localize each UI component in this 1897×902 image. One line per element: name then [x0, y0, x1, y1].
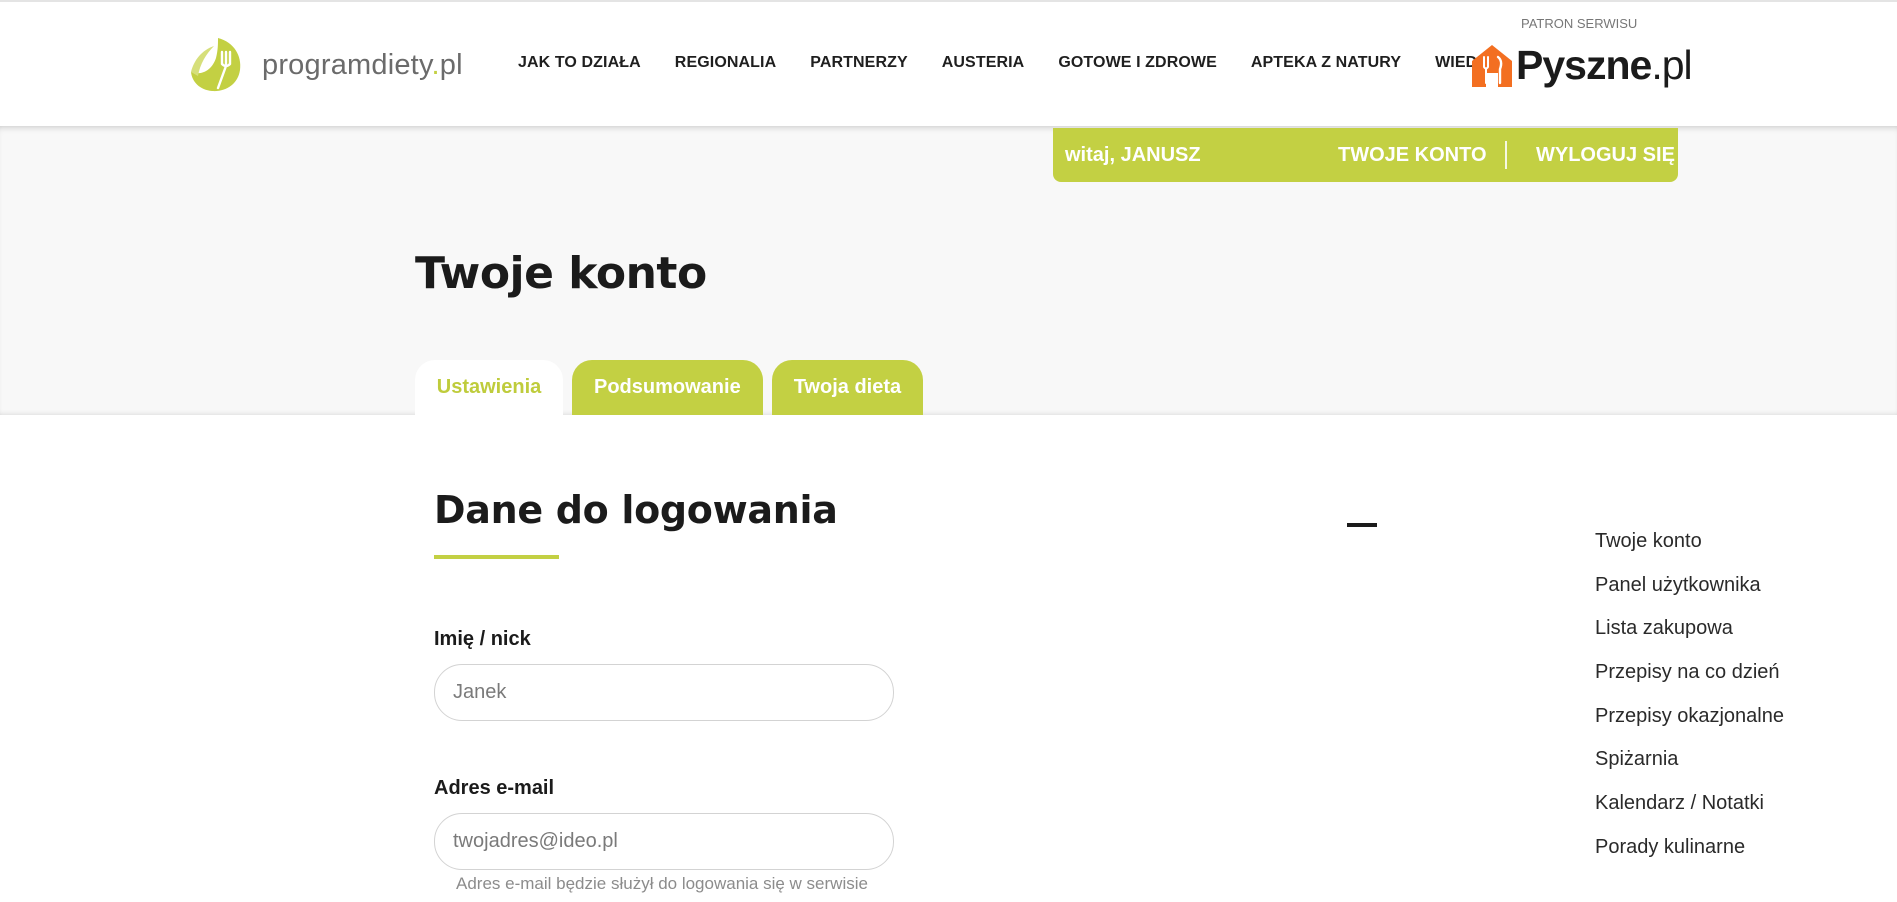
minus-icon[interactable] [1347, 523, 1377, 527]
house-fork-icon [1472, 44, 1512, 87]
tab-ustawienia[interactable]: Ustawienia [415, 360, 563, 415]
sidebar-item-spizarnia[interactable]: Spiżarnia [1595, 746, 1784, 790]
user-bar: witaj, JANUSZ TWOJE KONTO WYLOGUJ SIĘ [1053, 128, 1678, 182]
name-input[interactable] [434, 664, 894, 721]
section-title: Dane do logowania [434, 488, 838, 532]
account-side-menu: Twoje konto Panel użytkownika Lista zaku… [1595, 528, 1784, 878]
account-link[interactable]: TWOJE KONTO [1338, 144, 1487, 167]
account-tabs: Ustawienia Podsumowanie Twoja dieta [415, 360, 932, 415]
page-title: Twoje konto [415, 248, 707, 299]
sidebar-item-lista-zakupowa[interactable]: Lista zakupowa [1595, 615, 1784, 659]
sidebar-item-twoje-konto[interactable]: Twoje konto [1595, 528, 1784, 572]
partner-name: Pyszne.pl [1516, 42, 1693, 88]
tab-podsumowanie[interactable]: Podsumowanie [572, 360, 763, 415]
site-header: programdiety.pl JAK TO DZIAŁA REGIONALIA… [0, 0, 1897, 126]
user-greeting: witaj, JANUSZ [1065, 143, 1201, 166]
sidebar-item-kalendarz-notatki[interactable]: Kalendarz / Notatki [1595, 790, 1784, 834]
logout-link[interactable]: WYLOGUJ SIĘ [1536, 144, 1675, 167]
email-hint: Adres e-mail będzie służył do logowania … [456, 874, 868, 893]
sidebar-item-przepisy-na-co-dzien[interactable]: Przepisy na co dzień [1595, 659, 1784, 703]
divider [1505, 141, 1507, 169]
main-navigation: JAK TO DZIAŁA REGIONALIA PARTNERZY AUSTE… [518, 54, 1533, 72]
logo-text: programdiety.pl [262, 48, 463, 81]
tab-twoja-dieta[interactable]: Twoja dieta [771, 360, 924, 415]
patron-label: PATRON SERWISU [1521, 16, 1638, 31]
email-label: Adres e-mail [434, 777, 555, 799]
partner-logo[interactable]: Pyszne.pl [1470, 42, 1693, 89]
leaf-fork-icon [191, 38, 241, 92]
site-logo[interactable]: programdiety.pl [188, 36, 463, 94]
nav-item-gotowe-i-zdrowe[interactable]: GOTOWE I ZDROWE [1058, 54, 1217, 72]
name-label: Imię / nick [434, 628, 531, 650]
title-underline [434, 555, 559, 559]
sidebar-item-przepisy-okazjonalne[interactable]: Przepisy okazjonalne [1595, 703, 1784, 747]
nav-item-apteka-z-natury[interactable]: APTEKA Z NATURY [1251, 54, 1401, 72]
sidebar-item-panel-uzytkownika[interactable]: Panel użytkownika [1595, 572, 1784, 616]
nav-item-regionalia[interactable]: REGIONALIA [675, 54, 776, 72]
nav-item-partnerzy[interactable]: PARTNERZY [810, 54, 908, 72]
nav-item-jak-to-dziala[interactable]: JAK TO DZIAŁA [518, 54, 641, 72]
sidebar-item-porady-kulinarne[interactable]: Porady kulinarne [1595, 834, 1784, 878]
email-input[interactable] [434, 813, 894, 870]
nav-item-austeria[interactable]: AUSTERIA [942, 54, 1025, 72]
